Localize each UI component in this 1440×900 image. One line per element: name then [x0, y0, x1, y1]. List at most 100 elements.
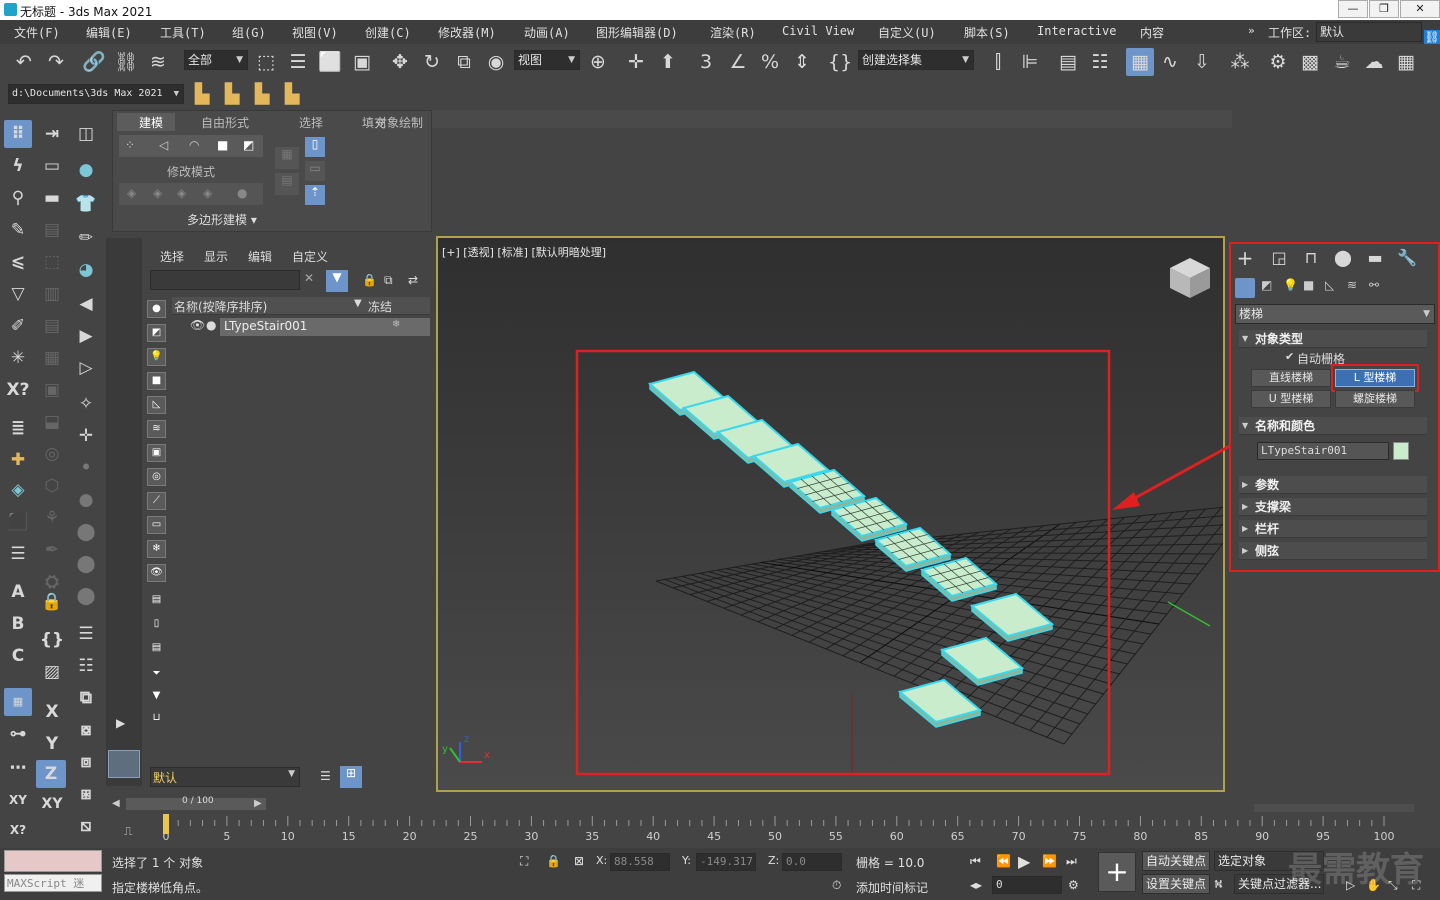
menu-view[interactable]: 视图(V)	[292, 24, 338, 41]
funnel-icon[interactable]: ⏷	[147, 666, 166, 684]
hierarchy-icon[interactable]: ⧉	[384, 273, 393, 288]
render-cloud-icon[interactable]: ☁	[1362, 50, 1386, 74]
stack-8-icon[interactable]: ⧅	[72, 812, 100, 840]
scene-menu-select[interactable]: 选择	[160, 248, 184, 265]
menu-modifiers[interactable]: 修改器(M)	[438, 24, 496, 41]
align-icon[interactable]: ⊫	[1018, 50, 1042, 74]
hidden-filter-icon[interactable]: 👁	[147, 564, 166, 582]
project-path-dropdown[interactable]: d:\Documents\3ds Max 2021 ▼	[8, 84, 184, 104]
toggle-ribbon-icon[interactable]: ▦	[1126, 48, 1154, 76]
funnel-2-icon[interactable]: ▼	[147, 688, 166, 706]
menu-customize[interactable]: 自定义(U)	[878, 24, 936, 41]
rollout-object-type[interactable]: ▼ 对象类型	[1239, 330, 1427, 348]
time-tag-icon[interactable]: ⏱	[832, 878, 841, 893]
pin-icon[interactable]: ⚲	[4, 184, 32, 212]
motion-tab-icon[interactable]: ⬤	[1333, 246, 1353, 270]
stack-3-icon[interactable]: ☷	[72, 652, 100, 680]
spinner-snap-icon[interactable]: ⇕	[790, 50, 814, 74]
stack-icon[interactable]: ≣	[4, 414, 32, 442]
edit-named-selection-icon[interactable]: {}	[828, 50, 852, 74]
y-coord-input[interactable]: -149.317	[696, 853, 756, 871]
paint-icon[interactable]: ✏	[72, 224, 100, 252]
sort-desc-icon[interactable]: ▼	[354, 298, 362, 309]
key-mode-icon[interactable]: ◂▸	[970, 878, 982, 892]
restore-button[interactable]: ❐	[1369, 0, 1399, 18]
mirror-icon[interactable]: ⫿	[986, 50, 1010, 74]
layer-stack-toggle-icon[interactable]: ☰	[320, 769, 331, 783]
tshirt-icon[interactable]: 👕	[72, 190, 100, 218]
col-name[interactable]: 名称(按降序排序)	[174, 298, 267, 315]
helper-filter-icon[interactable]: ◺	[147, 396, 166, 414]
scene-menu-edit[interactable]: 编辑	[248, 248, 272, 265]
col-freeze[interactable]: 冻结	[368, 298, 392, 315]
xy-icon[interactable]: XY	[4, 786, 32, 814]
goto-end-icon[interactable]: ⏭	[1066, 854, 1077, 869]
paint-select-icon[interactable]: ✎	[4, 216, 32, 244]
polygon-mode-icon[interactable]: ■	[217, 138, 228, 152]
lock-icon[interactable]: 🔒	[38, 588, 66, 616]
rollout-stringers[interactable]: ▶ 支撑梁	[1239, 498, 1427, 516]
render-icon[interactable]: ▨	[38, 658, 66, 686]
rotate-icon[interactable]: ↻	[420, 50, 444, 74]
scale-icon[interactable]: ⧉	[452, 50, 476, 74]
minimize-button[interactable]: —	[1338, 0, 1368, 18]
object-category-dropdown[interactable]: 楼梯 ▼	[1235, 304, 1435, 324]
edge-mode-icon[interactable]: ◁	[159, 138, 168, 152]
layer-explorer-icon[interactable]: ☷	[1088, 50, 1112, 74]
u-type-stair-button[interactable]: U 型楼梯	[1251, 390, 1331, 408]
text-c-icon[interactable]: C	[4, 642, 32, 670]
dots-icon[interactable]: ⋯	[4, 754, 32, 782]
layer-stack-icon[interactable]: ☰	[4, 540, 32, 568]
visibility-eye-icon[interactable]: 👁	[190, 318, 205, 332]
link-objects-icon[interactable]: 🔗	[82, 50, 106, 74]
axis-x-icon[interactable]: X	[38, 698, 66, 726]
freeze-icon[interactable]: ❄	[392, 319, 400, 330]
percent-snap-icon[interactable]: %	[758, 50, 782, 74]
xform-icon[interactable]: X?	[4, 376, 32, 404]
rect-selection-icon[interactable]: ⬜	[318, 50, 342, 74]
snap-xform-icon[interactable]: ✳	[4, 344, 32, 372]
curve-editor-icon[interactable]: ∿	[1158, 50, 1182, 74]
straight-stair-button[interactable]: 直线楼梯	[1251, 369, 1331, 387]
x-coord-input[interactable]: 88.558	[610, 853, 670, 871]
light-filter-icon[interactable]: 💡	[147, 348, 166, 366]
add-layer-icon[interactable]: ✚	[4, 446, 32, 474]
angle-snap-icon[interactable]: ∠	[726, 50, 750, 74]
sync-icon[interactable]: ⇄	[408, 273, 418, 287]
stack-6-icon[interactable]: ⧈	[72, 748, 100, 776]
menu-tools[interactable]: 工具(T)	[160, 24, 206, 41]
bracket-icon[interactable]: ⊔	[147, 710, 166, 728]
rollout-railings[interactable]: ▶ 栏杆	[1239, 520, 1427, 538]
auto-key-button[interactable]: 自动关键点	[1142, 851, 1210, 871]
selection-filter-dropdown[interactable]: 全部 ▼	[184, 50, 248, 70]
shapes-category-icon[interactable]: ◩	[1261, 278, 1272, 292]
systems-category-icon[interactable]: ⚯	[1369, 278, 1379, 292]
render-toggle-icon[interactable]: ●	[206, 318, 216, 332]
clear-search-icon[interactable]: ✕	[304, 271, 314, 285]
tab-populate-label[interactable]: 填充	[362, 114, 386, 131]
menu-scripting[interactable]: 脚本(S)	[964, 24, 1010, 41]
selection-lock-icon[interactable]: 🔒	[546, 854, 561, 868]
camera-filter-icon[interactable]: ■	[147, 372, 166, 390]
menu-interactive[interactable]: Interactive	[1037, 24, 1116, 38]
auto-grid-checkbox[interactable]: ✔	[1285, 350, 1294, 363]
timeline-scrollbar[interactable]	[1254, 804, 1414, 812]
scene-explorer-icon[interactable]: ▤	[1056, 50, 1080, 74]
text-b-icon[interactable]: B	[4, 610, 32, 638]
play-icon[interactable]: ▶	[1018, 852, 1030, 871]
axis-z-icon[interactable]: Z	[36, 760, 66, 788]
shapes-icon[interactable]: ●	[72, 156, 100, 184]
frozen-filter-icon[interactable]: ❄	[147, 540, 166, 558]
wand-icon[interactable]: ✧	[72, 390, 100, 418]
isolate-icon[interactable]: ⛶	[520, 854, 528, 869]
stack-7-icon[interactable]: ⧆	[72, 780, 100, 808]
vertex-icon[interactable]: ⩽	[4, 248, 32, 276]
ribbon-side-3-icon[interactable]: ▯	[305, 137, 325, 157]
undo-icon[interactable]: ↶	[12, 50, 36, 74]
record-icon[interactable]: ▷	[72, 354, 100, 382]
prev-frame-icon[interactable]: ⏪	[996, 854, 1011, 868]
a360-gallery-icon[interactable]: ▦	[1394, 50, 1418, 74]
viewport-layout-icon[interactable]	[108, 750, 140, 778]
named-selection-dropdown[interactable]: 创建选择集 ▼	[858, 50, 974, 70]
cross-icon[interactable]: ✛	[72, 422, 100, 450]
